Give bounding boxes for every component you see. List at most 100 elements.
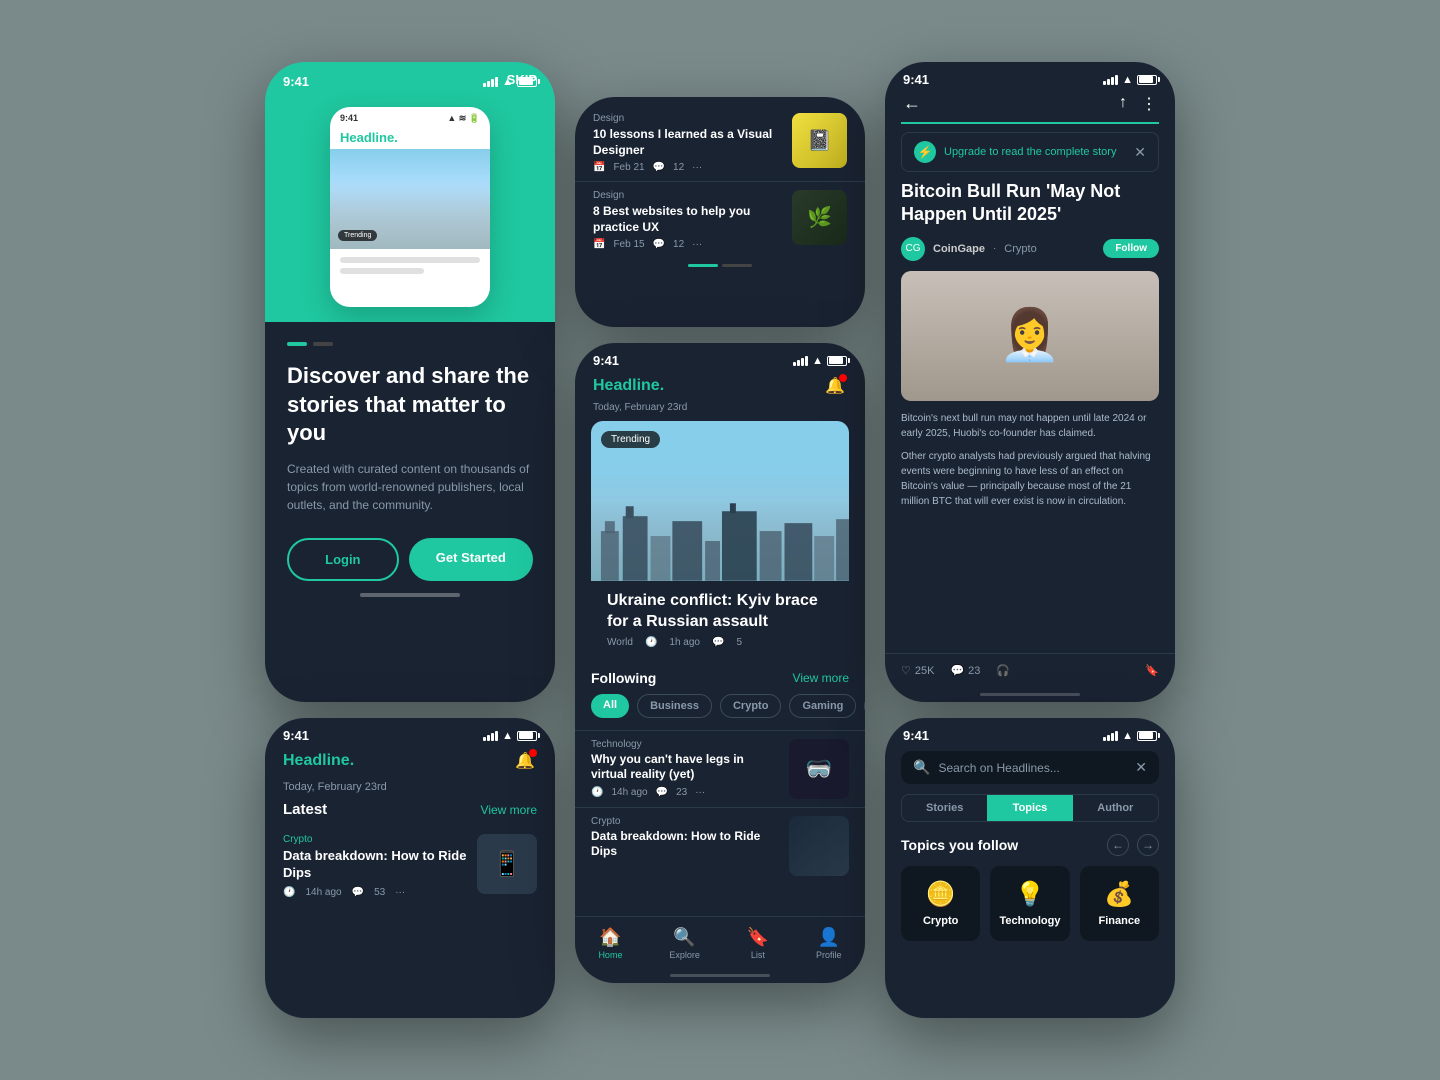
share-icon[interactable]: ↑ — [1119, 94, 1127, 114]
follow-button[interactable]: Follow — [1103, 239, 1159, 258]
feed-thumb-2 — [789, 816, 849, 876]
topic-crypto[interactable]: 🪙 Crypto — [901, 866, 980, 941]
trending-card[interactable]: Trending Ukraine conflict: Kyiv brace fo… — [591, 421, 849, 658]
more-a2[interactable]: ··· — [692, 239, 702, 250]
feed-article-2[interactable]: Crypto Data breakdown: How to Ride Dips — [575, 807, 865, 884]
nav-explore[interactable]: 🔍 Explore — [669, 927, 700, 960]
more-options-icon[interactable]: ⋮ — [1141, 94, 1157, 114]
following-view-more[interactable]: View more — [793, 671, 849, 685]
date-icon-2: 📅 — [593, 239, 605, 250]
login-button[interactable]: Login — [287, 538, 399, 581]
article-title-1[interactable]: 10 lessons I learned as a Visual Designe… — [593, 127, 782, 158]
phone1-bottom: Discover and share the stories that matt… — [265, 322, 555, 702]
comment-icon-trend: 💬 — [712, 637, 724, 648]
latest-thumb: 📱 — [477, 834, 537, 894]
battery-4 — [827, 356, 847, 366]
tag-gaming[interactable]: Gaming — [789, 694, 856, 718]
bottom-navigation: 🏠 Home 🔍 Explore 🔖 List 👤 Profile — [575, 916, 865, 968]
latest-comments: 53 — [374, 887, 385, 898]
search-clear-icon[interactable]: ✕ — [1135, 759, 1147, 776]
status-time-6: 9:41 — [903, 728, 929, 743]
notification-icon-2[interactable]: 🔔 — [513, 749, 537, 773]
listen-action[interactable]: 🎧 — [996, 664, 1010, 677]
author-topic[interactable]: Crypto — [1004, 243, 1036, 255]
upgrade-banner: ⚡ Upgrade to read the complete story ✕ — [901, 132, 1159, 172]
upgrade-suffix: to read the complete story — [989, 146, 1116, 158]
feed-thumb-1: 🥽 — [789, 739, 849, 799]
status-icons-6: ▲ — [1103, 730, 1157, 742]
home-label: Home — [598, 950, 622, 960]
bookmark-icon: 🔖 — [1145, 664, 1159, 677]
app-logo-2: Headline. — [283, 752, 354, 770]
tab-stories[interactable]: Stories — [902, 795, 987, 821]
trending-time: 1h ago — [669, 637, 700, 648]
article-item-2: Design 8 Best websites to help you pract… — [575, 182, 865, 258]
latest-article: Crypto Data breakdown: How to Ride Dips … — [265, 826, 555, 906]
status-time-4: 9:41 — [593, 353, 619, 368]
topics-grid: 🪙 Crypto 💡 Technology 💰 Finance — [885, 866, 1175, 941]
bookmark-action[interactable]: 🔖 — [1145, 664, 1159, 677]
home-indicator-5 — [980, 693, 1080, 696]
wifi-6: ▲ — [1122, 730, 1133, 742]
nav-profile[interactable]: 👤 Profile — [816, 927, 842, 960]
nav-list[interactable]: 🔖 List — [747, 927, 769, 960]
filter-tabs: Stories Topics Author — [901, 794, 1159, 822]
article-title-2[interactable]: 8 Best websites to help you practice UX — [593, 204, 782, 235]
dot-2 — [313, 342, 333, 346]
notification-icon-4[interactable]: 🔔 — [823, 374, 847, 398]
tag-tech[interactable]: Technolo... — [864, 694, 865, 718]
search-placeholder[interactable]: Search on Headlines... — [938, 761, 1127, 775]
battery-6 — [1137, 731, 1157, 741]
home-indicator-1 — [360, 593, 460, 597]
topic-finance[interactable]: 💰 Finance — [1080, 866, 1159, 941]
more-icon-2[interactable]: ··· — [395, 887, 405, 898]
trending-category: World — [607, 637, 633, 648]
latest-article-title[interactable]: Data breakdown: How to Ride Dips — [283, 848, 467, 882]
search-bar[interactable]: 🔍 Search on Headlines... ✕ — [901, 751, 1159, 784]
app-logo-4: Headline. — [593, 377, 664, 395]
inner-phone-preview: 9:41 ▲ ≋ 🔋 Headline. Trending — [330, 107, 490, 307]
tag-business[interactable]: Business — [637, 694, 712, 718]
article-meta-1: 📅 Feb 21 💬 12 ··· — [593, 162, 782, 173]
explore-icon: 🔍 — [673, 927, 695, 948]
article-meta-2: 📅 Feb 15 💬 12 ··· — [593, 239, 782, 250]
signal-icon — [483, 77, 498, 87]
article-detail-headline: Bitcoin Bull Run 'May Not Happen Until 2… — [885, 180, 1175, 237]
signal-6 — [1103, 731, 1118, 741]
phone5-nav: ← ↑ ⋮ — [885, 93, 1175, 122]
topics-next-arrow[interactable]: → — [1137, 834, 1159, 856]
skip-button[interactable]: SKIP — [507, 72, 537, 87]
inner-hero-image: Trending — [330, 149, 490, 249]
topics-section-header: Topics you follow ← → — [885, 834, 1175, 866]
upgrade-link[interactable]: Upgrade — [944, 146, 986, 158]
trending-meta: World 🕐 1h ago 💬 5 — [591, 637, 849, 658]
phone1-top: 9:41 ▲ SKIP 9:41 ▲ ≋ 🔋 — [265, 62, 555, 322]
tab-author[interactable]: Author — [1073, 795, 1158, 821]
topic-technology[interactable]: 💡 Technology — [990, 866, 1069, 941]
tab-topics[interactable]: Topics — [987, 795, 1072, 821]
tag-all[interactable]: All — [591, 694, 629, 718]
author-name[interactable]: CoinGape — [933, 243, 985, 255]
upgrade-close-icon[interactable]: ✕ — [1134, 144, 1146, 161]
more-feed-1[interactable]: ··· — [695, 787, 705, 798]
explore-label: Explore — [669, 950, 700, 960]
back-icon[interactable]: ← — [903, 93, 921, 114]
status-icons-4: ▲ — [793, 355, 847, 367]
comment-icon-5: 💬 — [950, 664, 964, 677]
get-started-button[interactable]: Get Started — [409, 538, 533, 581]
phone-latest: 9:41 ▲ Headline. 🔔 Today, February 23rd — [265, 718, 555, 1018]
feed-title-2: Data breakdown: How to Ride Dips — [591, 829, 779, 860]
feed-article-1[interactable]: Technology Why you can't have legs in vi… — [575, 730, 865, 807]
nav-home[interactable]: 🏠 Home — [598, 927, 622, 960]
phone2-header: Headline. 🔔 — [265, 749, 555, 781]
comment-action[interactable]: 💬 23 — [950, 664, 980, 677]
feed-comments-1: 23 — [676, 787, 687, 798]
signal-4 — [793, 356, 808, 366]
more-a1[interactable]: ··· — [692, 162, 702, 173]
like-action[interactable]: ♡ 25K — [901, 664, 934, 677]
thumb-phone: 📱 — [492, 850, 522, 879]
tag-crypto[interactable]: Crypto — [720, 694, 781, 718]
latest-view-more[interactable]: View more — [481, 803, 537, 817]
topics-prev-arrow[interactable]: ← — [1107, 834, 1129, 856]
person-image: 👩‍💼 — [999, 306, 1061, 365]
